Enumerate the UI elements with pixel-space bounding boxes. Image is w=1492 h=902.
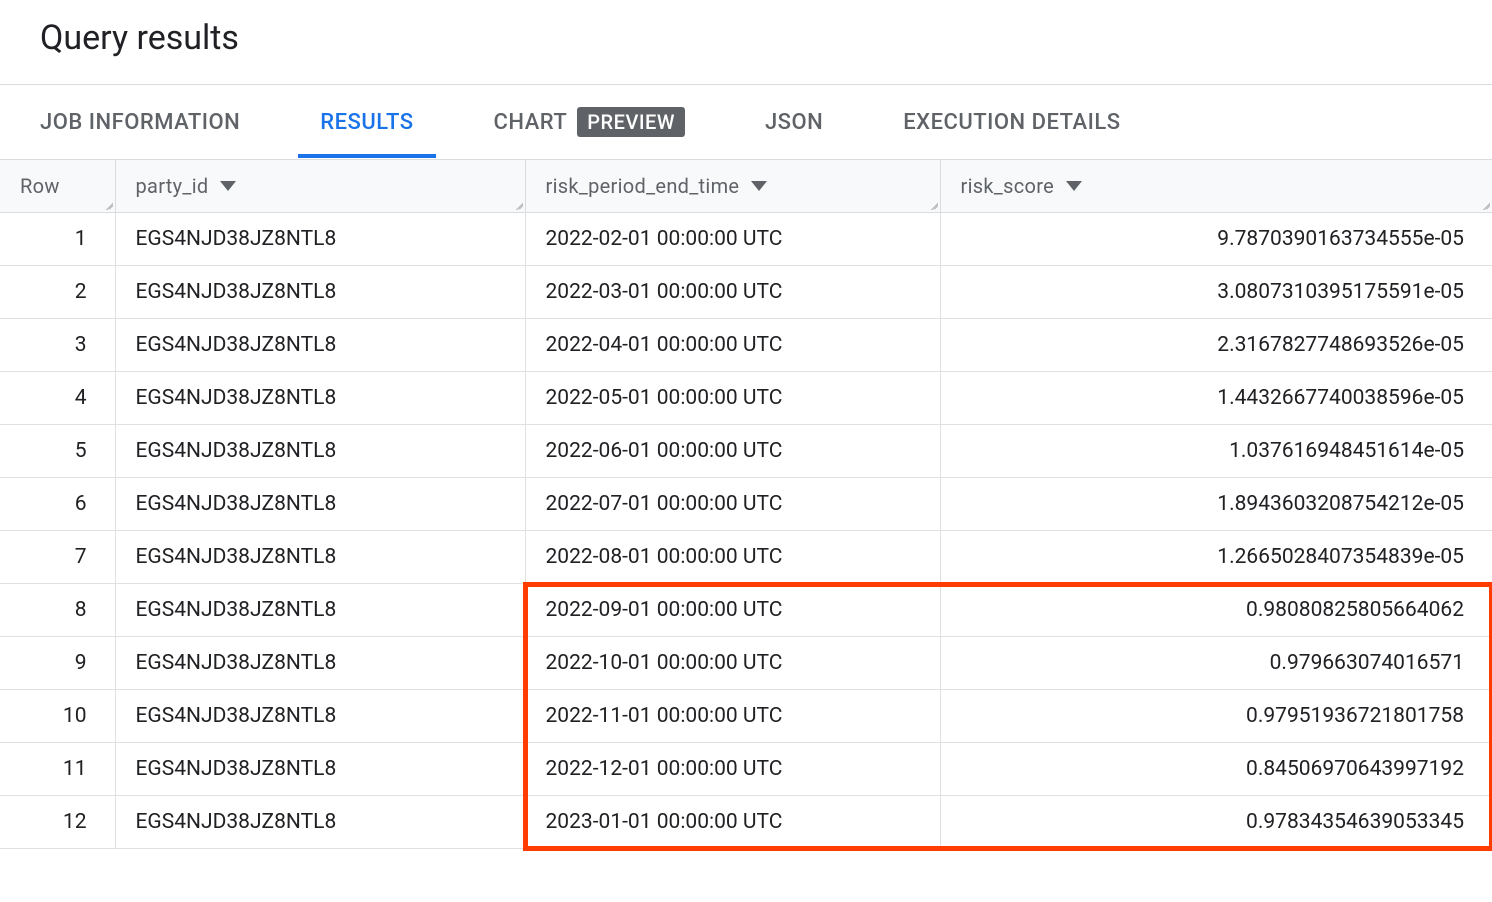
risk-period-end-time-cell: 2022-04-01 00:00:00 UTC	[525, 319, 940, 372]
risk-score-cell: 1.8943603208754212e-05	[940, 478, 1492, 531]
party-id-cell: EGS4NJD38JZ8NTL8	[115, 796, 525, 849]
row-number-cell: 3	[0, 319, 115, 372]
risk-score-cell: 1.4432667740038596e-05	[940, 372, 1492, 425]
column-header-risk-period-end-time[interactable]: risk_period_end_time	[525, 160, 940, 213]
row-number-cell: 1	[0, 213, 115, 266]
table-row[interactable]: 11EGS4NJD38JZ8NTL82022-12-01 00:00:00 UT…	[0, 743, 1492, 796]
results-table: Row party_id risk_period_end_time	[0, 160, 1492, 849]
row-number-cell: 12	[0, 796, 115, 849]
risk-score-cell: 3.0807310395175591e-05	[940, 266, 1492, 319]
tab-chart[interactable]: CHART PREVIEW	[494, 85, 685, 159]
column-resize-handle[interactable]	[1480, 200, 1490, 210]
risk-score-cell: 9.7870390163734555e-05	[940, 213, 1492, 266]
row-number-cell: 9	[0, 637, 115, 690]
row-number-cell: 2	[0, 266, 115, 319]
risk-period-end-time-cell: 2022-07-01 00:00:00 UTC	[525, 478, 940, 531]
column-header-risk-score[interactable]: risk_score	[940, 160, 1492, 213]
sort-icon[interactable]	[751, 181, 767, 191]
risk-score-cell: 0.97951936721801758	[940, 690, 1492, 743]
party-id-cell: EGS4NJD38JZ8NTL8	[115, 319, 525, 372]
tab-job-information[interactable]: JOB INFORMATION	[40, 88, 240, 157]
row-number-cell: 6	[0, 478, 115, 531]
table-row[interactable]: 2EGS4NJD38JZ8NTL82022-03-01 00:00:00 UTC…	[0, 266, 1492, 319]
risk-score-cell: 1.2665028407354839e-05	[940, 531, 1492, 584]
risk-score-cell: 0.98080825805664062	[940, 584, 1492, 637]
risk-period-end-time-cell: 2022-03-01 00:00:00 UTC	[525, 266, 940, 319]
tab-json[interactable]: JSON	[765, 88, 823, 157]
party-id-cell: EGS4NJD38JZ8NTL8	[115, 266, 525, 319]
table-row[interactable]: 5EGS4NJD38JZ8NTL82022-06-01 00:00:00 UTC…	[0, 425, 1492, 478]
party-id-cell: EGS4NJD38JZ8NTL8	[115, 584, 525, 637]
table-row[interactable]: 10EGS4NJD38JZ8NTL82022-11-01 00:00:00 UT…	[0, 690, 1492, 743]
column-label: party_id	[136, 174, 209, 198]
tab-bar: JOB INFORMATION RESULTS CHART PREVIEW JS…	[0, 84, 1492, 160]
risk-period-end-time-cell: 2022-11-01 00:00:00 UTC	[525, 690, 940, 743]
sort-icon[interactable]	[220, 181, 236, 191]
risk-period-end-time-cell: 2022-12-01 00:00:00 UTC	[525, 743, 940, 796]
table-row[interactable]: 9EGS4NJD38JZ8NTL82022-10-01 00:00:00 UTC…	[0, 637, 1492, 690]
column-header-row[interactable]: Row	[0, 160, 115, 213]
risk-period-end-time-cell: 2022-06-01 00:00:00 UTC	[525, 425, 940, 478]
row-number-cell: 8	[0, 584, 115, 637]
table-row[interactable]: 1EGS4NJD38JZ8NTL82022-02-01 00:00:00 UTC…	[0, 213, 1492, 266]
risk-score-cell: 1.037616948451614e-05	[940, 425, 1492, 478]
results-table-container: Row party_id risk_period_end_time	[0, 160, 1492, 849]
risk-period-end-time-cell: 2022-08-01 00:00:00 UTC	[525, 531, 940, 584]
column-label: risk_period_end_time	[546, 174, 740, 198]
row-number-cell: 5	[0, 425, 115, 478]
column-header-party-id[interactable]: party_id	[115, 160, 525, 213]
table-row[interactable]: 7EGS4NJD38JZ8NTL82022-08-01 00:00:00 UTC…	[0, 531, 1492, 584]
row-number-cell: 10	[0, 690, 115, 743]
party-id-cell: EGS4NJD38JZ8NTL8	[115, 213, 525, 266]
party-id-cell: EGS4NJD38JZ8NTL8	[115, 478, 525, 531]
column-resize-handle[interactable]	[103, 200, 113, 210]
table-row[interactable]: 8EGS4NJD38JZ8NTL82022-09-01 00:00:00 UTC…	[0, 584, 1492, 637]
risk-score-cell: 0.97834354639053345	[940, 796, 1492, 849]
row-number-cell: 4	[0, 372, 115, 425]
table-row[interactable]: 12EGS4NJD38JZ8NTL82023-01-01 00:00:00 UT…	[0, 796, 1492, 849]
party-id-cell: EGS4NJD38JZ8NTL8	[115, 531, 525, 584]
risk-period-end-time-cell: 2022-10-01 00:00:00 UTC	[525, 637, 940, 690]
row-number-cell: 7	[0, 531, 115, 584]
row-number-cell: 11	[0, 743, 115, 796]
table-row[interactable]: 4EGS4NJD38JZ8NTL82022-05-01 00:00:00 UTC…	[0, 372, 1492, 425]
page-title: Query results	[40, 18, 1452, 58]
party-id-cell: EGS4NJD38JZ8NTL8	[115, 372, 525, 425]
column-resize-handle[interactable]	[928, 200, 938, 210]
risk-score-cell: 0.979663074016571	[940, 637, 1492, 690]
risk-score-cell: 2.3167827748693526e-05	[940, 319, 1492, 372]
table-row[interactable]: 3EGS4NJD38JZ8NTL82022-04-01 00:00:00 UTC…	[0, 319, 1492, 372]
risk-score-cell: 0.84506970643997192	[940, 743, 1492, 796]
party-id-cell: EGS4NJD38JZ8NTL8	[115, 425, 525, 478]
tab-execution-details[interactable]: EXECUTION DETAILS	[903, 88, 1120, 157]
tab-chart-label: CHART	[494, 110, 568, 135]
preview-badge: PREVIEW	[577, 107, 685, 137]
column-label: Row	[20, 174, 60, 198]
column-label: risk_score	[961, 174, 1055, 198]
table-row[interactable]: 6EGS4NJD38JZ8NTL82022-07-01 00:00:00 UTC…	[0, 478, 1492, 531]
party-id-cell: EGS4NJD38JZ8NTL8	[115, 690, 525, 743]
risk-period-end-time-cell: 2022-02-01 00:00:00 UTC	[525, 213, 940, 266]
risk-period-end-time-cell: 2023-01-01 00:00:00 UTC	[525, 796, 940, 849]
risk-period-end-time-cell: 2022-09-01 00:00:00 UTC	[525, 584, 940, 637]
risk-period-end-time-cell: 2022-05-01 00:00:00 UTC	[525, 372, 940, 425]
tab-results[interactable]: RESULTS	[320, 88, 413, 157]
party-id-cell: EGS4NJD38JZ8NTL8	[115, 743, 525, 796]
party-id-cell: EGS4NJD38JZ8NTL8	[115, 637, 525, 690]
sort-icon[interactable]	[1066, 181, 1082, 191]
column-resize-handle[interactable]	[513, 200, 523, 210]
